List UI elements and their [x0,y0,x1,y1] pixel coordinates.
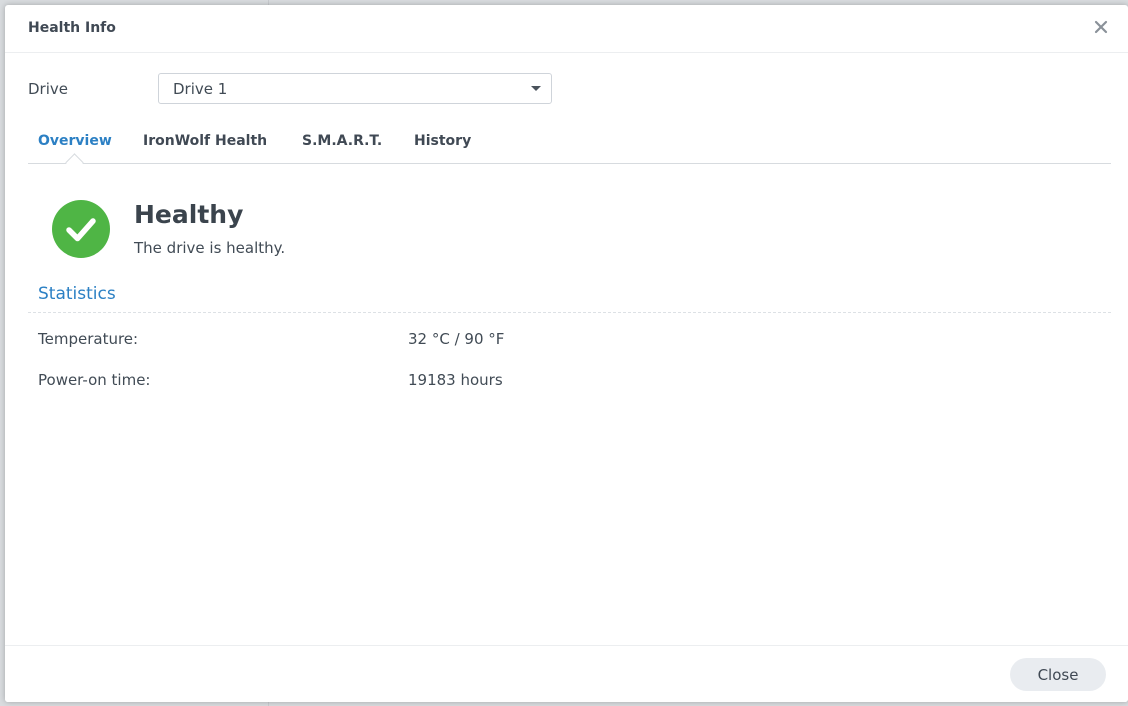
temperature-value: 32 °C / 90 °F [408,330,505,348]
health-info-dialog: Health Info Drive Drive 1 Overview IronW… [5,5,1128,702]
tab-bar: Overview IronWolf Health S.M.A.R.T. Hist… [28,123,1111,172]
section-divider [28,312,1111,313]
close-button[interactable]: Close [1010,658,1106,691]
close-icon[interactable] [1092,18,1110,36]
power-on-time-label: Power-on time: [38,371,151,389]
statistics-heading: Statistics [38,284,116,304]
status-description: The drive is healthy. [134,239,286,257]
dialog-title: Health Info [28,20,116,36]
temperature-label: Temperature: [38,330,139,348]
tab-smart[interactable]: S.M.A.R.T. [302,133,382,149]
drive-select[interactable]: Drive 1 [158,73,552,104]
dialog-footer: Close [5,645,1128,702]
dialog-titlebar: Health Info [5,5,1128,53]
status-title: Healthy [134,200,244,229]
check-circle-icon [52,200,110,258]
chevron-down-icon [531,86,541,91]
drive-select-value: Drive 1 [173,80,228,98]
drive-label: Drive [28,80,68,98]
active-tab-indicator [65,153,84,172]
power-on-time-value: 19183 hours [408,371,503,389]
tab-history[interactable]: History [414,133,471,149]
tab-ironwolf-health[interactable]: IronWolf Health [143,133,267,149]
tab-overview[interactable]: Overview [38,133,112,149]
